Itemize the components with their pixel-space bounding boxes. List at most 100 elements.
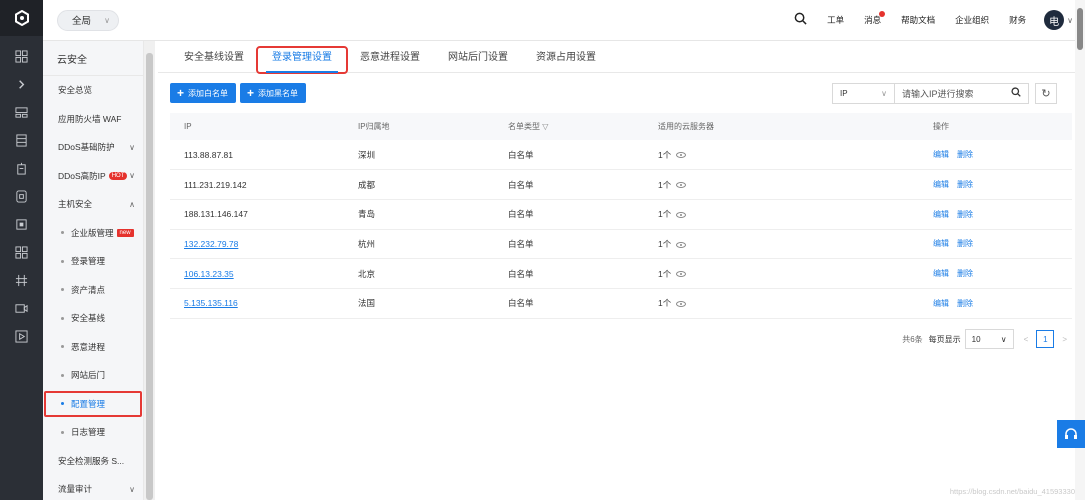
edit-link[interactable]: 编辑 bbox=[933, 299, 949, 308]
play-icon[interactable] bbox=[0, 322, 43, 350]
cell-ip[interactable]: 5.135.135.116 bbox=[170, 288, 344, 319]
sidebar-subitem-backdoor[interactable]: 网站后门 bbox=[43, 361, 143, 390]
top-nav: 工单 消息 帮助文档 企业组织 财务 电 ∨ bbox=[774, 10, 1073, 30]
delete-link[interactable]: 删除 bbox=[957, 150, 973, 159]
headset-support-icon[interactable] bbox=[1057, 420, 1085, 448]
filter-select[interactable]: IP ∨ bbox=[832, 82, 895, 104]
edit-link[interactable]: 编辑 bbox=[933, 180, 949, 189]
nav-finance[interactable]: 财务 bbox=[1009, 14, 1026, 26]
cell-ip: 113.88.87.81 bbox=[170, 140, 344, 171]
cell-list-type: 白名单 bbox=[494, 258, 644, 289]
eye-icon[interactable] bbox=[676, 301, 687, 308]
watermark: https://blog.csdn.net/baidu_41593330 bbox=[949, 487, 1075, 496]
sidebar-item-host-security[interactable]: 主机安全 ∧ bbox=[43, 190, 143, 219]
dashboard-icon[interactable] bbox=[0, 98, 43, 126]
nav-messages[interactable]: 消息 bbox=[864, 11, 886, 26]
sidebar-item-ddos-basic[interactable]: DDoS基础防护 ∨ bbox=[43, 133, 143, 162]
col-list-type[interactable]: 名单类型 ▽ bbox=[494, 113, 644, 140]
server-count: 1个 bbox=[658, 238, 672, 249]
tab-resource-settings[interactable]: 资源占用设置 bbox=[522, 48, 610, 72]
sidebar-item-label: 安全检测服务 S... bbox=[58, 455, 125, 466]
apps-icon[interactable] bbox=[0, 238, 43, 266]
sidebar-subitem-login[interactable]: 登录管理 bbox=[43, 247, 143, 276]
cell-ip[interactable]: 106.13.23.35 bbox=[170, 258, 344, 289]
nav-organization[interactable]: 企业组织 bbox=[955, 14, 989, 26]
delete-link[interactable]: 删除 bbox=[957, 299, 973, 308]
delete-link[interactable]: 删除 bbox=[957, 180, 973, 189]
eye-icon[interactable] bbox=[676, 182, 687, 189]
bullet-icon bbox=[61, 316, 64, 320]
edit-link[interactable]: 编辑 bbox=[933, 239, 949, 248]
cell-servers: 1个 bbox=[644, 229, 919, 260]
sidebar-item-overview[interactable]: 安全总览 bbox=[43, 76, 143, 105]
scrollbar-thumb[interactable] bbox=[146, 53, 153, 500]
edit-link[interactable]: 编辑 bbox=[933, 210, 949, 219]
tab-baseline-settings[interactable]: 安全基线设置 bbox=[170, 48, 258, 72]
sidebar-subitem-assets[interactable]: 资产清点 bbox=[43, 276, 143, 305]
chevron-down-icon: ∨ bbox=[104, 15, 110, 25]
nav-help-docs[interactable]: 帮助文档 bbox=[901, 14, 935, 26]
avatar[interactable]: 电 bbox=[1044, 10, 1065, 30]
next-page-icon[interactable]: > bbox=[1062, 335, 1067, 344]
sidebar-subitem-enterprise[interactable]: 企业版管理 new bbox=[43, 219, 143, 248]
nav-tickets[interactable]: 工单 bbox=[827, 14, 844, 26]
sidebar-subitem-malicious[interactable]: 恶意进程 bbox=[43, 333, 143, 362]
prev-page-icon[interactable]: < bbox=[1024, 335, 1029, 344]
database-icon[interactable] bbox=[0, 182, 43, 210]
page-current[interactable]: 1 bbox=[1036, 330, 1055, 348]
tab-backdoor-settings[interactable]: 网站后门设置 bbox=[434, 48, 522, 72]
sidebar-item-ddos-ip[interactable]: DDoS高防IP HOT ∨ bbox=[43, 162, 143, 191]
search-placeholder: 请输入IP进行搜索 bbox=[902, 88, 974, 99]
sidebar-item-waf[interactable]: 应用防火墙 WAF bbox=[43, 105, 143, 134]
sidebar-subitem-baseline[interactable]: 安全基线 bbox=[43, 304, 143, 333]
sidebar-scrollbar[interactable] bbox=[144, 41, 155, 500]
eye-icon[interactable] bbox=[676, 271, 687, 278]
ip-table: IP IP归属地 名单类型 ▽ 适用的云服务器 操作 113.88.87.81 深… bbox=[170, 113, 1072, 319]
edit-link[interactable]: 编辑 bbox=[933, 150, 949, 159]
table-row: 111.231.219.142 成都 白名单 1个 编辑 删除 bbox=[170, 169, 1072, 200]
search-icon[interactable] bbox=[1011, 87, 1021, 99]
table-header-row: IP IP归属地 名单类型 ▽ 适用的云服务器 操作 bbox=[170, 113, 1072, 140]
sidebar-subitem-config[interactable]: 配置管理 bbox=[43, 390, 143, 419]
sidebar-item-label: DDoS高防IP bbox=[58, 170, 106, 181]
network-icon[interactable] bbox=[0, 266, 43, 294]
grid-icon[interactable] bbox=[0, 42, 43, 70]
edit-link[interactable]: 编辑 bbox=[933, 269, 949, 278]
sidebar-item-detection[interactable]: 安全检测服务 S... bbox=[43, 447, 143, 476]
cell-ip[interactable]: 132.232.79.78 bbox=[170, 229, 344, 260]
chip-icon[interactable] bbox=[0, 210, 43, 238]
delete-link[interactable]: 删除 bbox=[957, 210, 973, 219]
add-blacklist-button[interactable]: + 添加黑名单 bbox=[240, 83, 307, 103]
col-actions: 操作 bbox=[919, 113, 1072, 140]
scrollbar-thumb[interactable] bbox=[1077, 8, 1083, 50]
delete-link[interactable]: 删除 bbox=[957, 269, 973, 278]
per-page-label: 每页显示 bbox=[928, 334, 961, 344]
eye-icon[interactable] bbox=[676, 152, 687, 159]
refresh-icon[interactable]: ↻ bbox=[1035, 82, 1057, 104]
video-icon[interactable] bbox=[0, 294, 43, 322]
eye-icon[interactable] bbox=[676, 241, 687, 248]
cell-actions: 编辑 删除 bbox=[919, 169, 1072, 200]
expand-chevron-icon[interactable] bbox=[0, 70, 43, 98]
per-page-select[interactable]: 10 ∨ bbox=[964, 329, 1014, 349]
logo-icon[interactable] bbox=[0, 0, 43, 36]
cell-location: 法国 bbox=[344, 288, 494, 319]
tab-malicious-settings[interactable]: 恶意进程设置 bbox=[346, 48, 434, 72]
server-count: 1个 bbox=[658, 179, 672, 190]
building-icon[interactable] bbox=[0, 154, 43, 182]
server-count: 1个 bbox=[658, 298, 672, 309]
tab-login-settings[interactable]: 登录管理设置 bbox=[256, 46, 348, 74]
eye-icon[interactable] bbox=[676, 211, 687, 218]
search-input[interactable]: 请输入IP进行搜索 bbox=[895, 82, 1029, 104]
delete-link[interactable]: 删除 bbox=[957, 239, 973, 248]
add-whitelist-button[interactable]: + 添加白名单 bbox=[170, 83, 237, 103]
sidebar-item-traffic-audit[interactable]: 流量审计 ∨ bbox=[43, 475, 143, 500]
chevron-down-icon[interactable]: ∨ bbox=[1067, 16, 1073, 25]
search-icon[interactable] bbox=[794, 12, 807, 28]
nav-messages-label: 消息 bbox=[864, 15, 882, 25]
sidebar-item-label: 安全总览 bbox=[58, 85, 93, 96]
sidebar-subitem-logs[interactable]: 日志管理 bbox=[43, 418, 143, 447]
filter-icon[interactable]: ▽ bbox=[542, 122, 548, 131]
server-icon[interactable] bbox=[0, 126, 43, 154]
scope-select[interactable]: 全局 ∨ bbox=[57, 9, 119, 31]
